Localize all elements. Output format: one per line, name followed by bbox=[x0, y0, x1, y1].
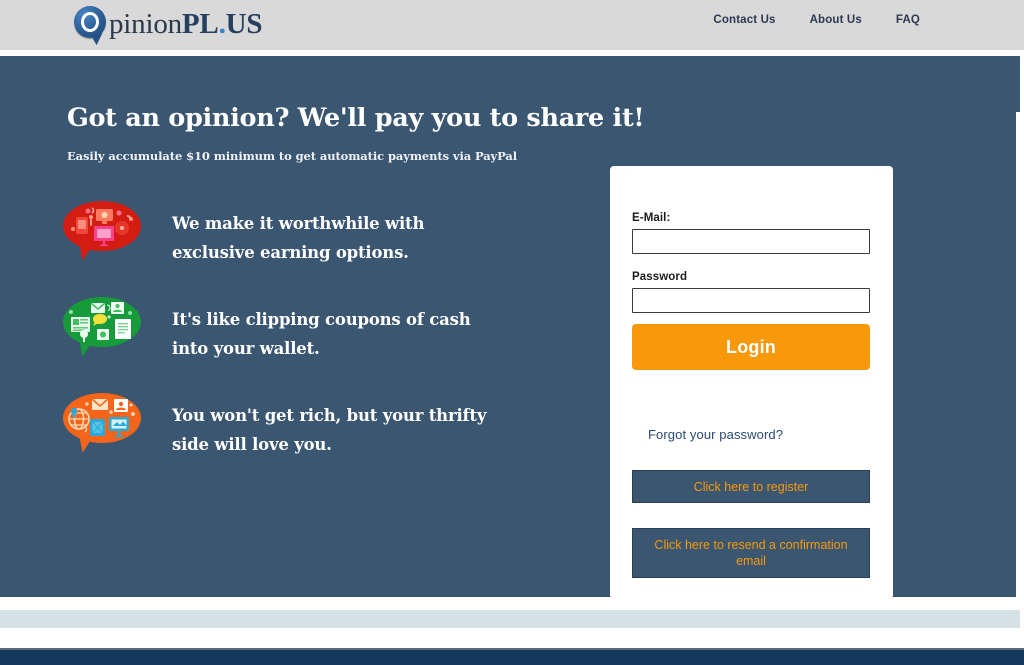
logo-text-part1: pinion bbox=[109, 8, 182, 40]
green-speech-bubble-coupons-icon bbox=[63, 297, 145, 359]
page-root: pinionPL.US Contact Us About Us FAQ Got … bbox=[0, 0, 1024, 665]
feature-text: We make it worthwhile with exclusive ear… bbox=[172, 214, 425, 262]
feature-text: It's like clipping coupons of cash into … bbox=[172, 310, 471, 358]
feature-item: You won't get rich, but your thrifty sid… bbox=[60, 393, 530, 489]
password-field[interactable] bbox=[632, 288, 870, 313]
right-edge-strip bbox=[1016, 112, 1020, 665]
red-speech-bubble-media-icon bbox=[63, 201, 145, 263]
feature-item: It's like clipping coupons of cash into … bbox=[60, 297, 530, 393]
login-card: E-Mail: Password Login Forgot your passw… bbox=[610, 166, 893, 599]
logo-text-part2: PL bbox=[181, 8, 219, 40]
email-label: E-Mail: bbox=[632, 212, 671, 224]
register-button[interactable]: Click here to register bbox=[632, 470, 870, 503]
logo-text-part3: US bbox=[225, 8, 263, 40]
forgot-password-link[interactable]: Forgot your password? bbox=[648, 427, 783, 442]
orange-speech-bubble-globe-icon bbox=[63, 393, 145, 455]
feature-list: We make it worthwhile with exclusive ear… bbox=[60, 201, 530, 489]
site-header: pinionPL.US Contact Us About Us FAQ bbox=[0, 0, 1024, 50]
hero-subheadline: Easily accumulate $10 minimum to get aut… bbox=[67, 149, 517, 163]
hero-section: Got an opinion? We'll pay you to share i… bbox=[0, 56, 1020, 665]
feature-text: You won't get rich, but your thrifty sid… bbox=[172, 406, 487, 454]
speech-bubble-o-icon bbox=[74, 5, 108, 43]
nav-link-about-us[interactable]: About Us bbox=[810, 14, 862, 26]
email-field[interactable] bbox=[632, 229, 870, 254]
footer-band-light bbox=[0, 610, 1020, 628]
site-logo[interactable]: pinionPL.US bbox=[74, 2, 263, 46]
resend-confirmation-button[interactable]: Click here to resend a confirmation emai… bbox=[632, 528, 870, 578]
password-label: Password bbox=[632, 271, 688, 283]
logo-wordmark: pinionPL.US bbox=[109, 8, 263, 40]
hero-headline: Got an opinion? We'll pay you to share i… bbox=[67, 103, 645, 133]
feature-item: We make it worthwhile with exclusive ear… bbox=[60, 201, 530, 297]
footer-band-white-bottom bbox=[0, 628, 1024, 648]
nav-link-contact-us[interactable]: Contact Us bbox=[713, 14, 775, 26]
footer-band-white-top bbox=[0, 597, 1024, 610]
site-footer bbox=[0, 648, 1024, 665]
nav-link-faq[interactable]: FAQ bbox=[896, 14, 920, 26]
main-navigation: Contact Us About Us FAQ bbox=[713, 14, 920, 26]
logo-text-dot: . bbox=[218, 8, 226, 40]
login-button[interactable]: Login bbox=[632, 324, 870, 370]
